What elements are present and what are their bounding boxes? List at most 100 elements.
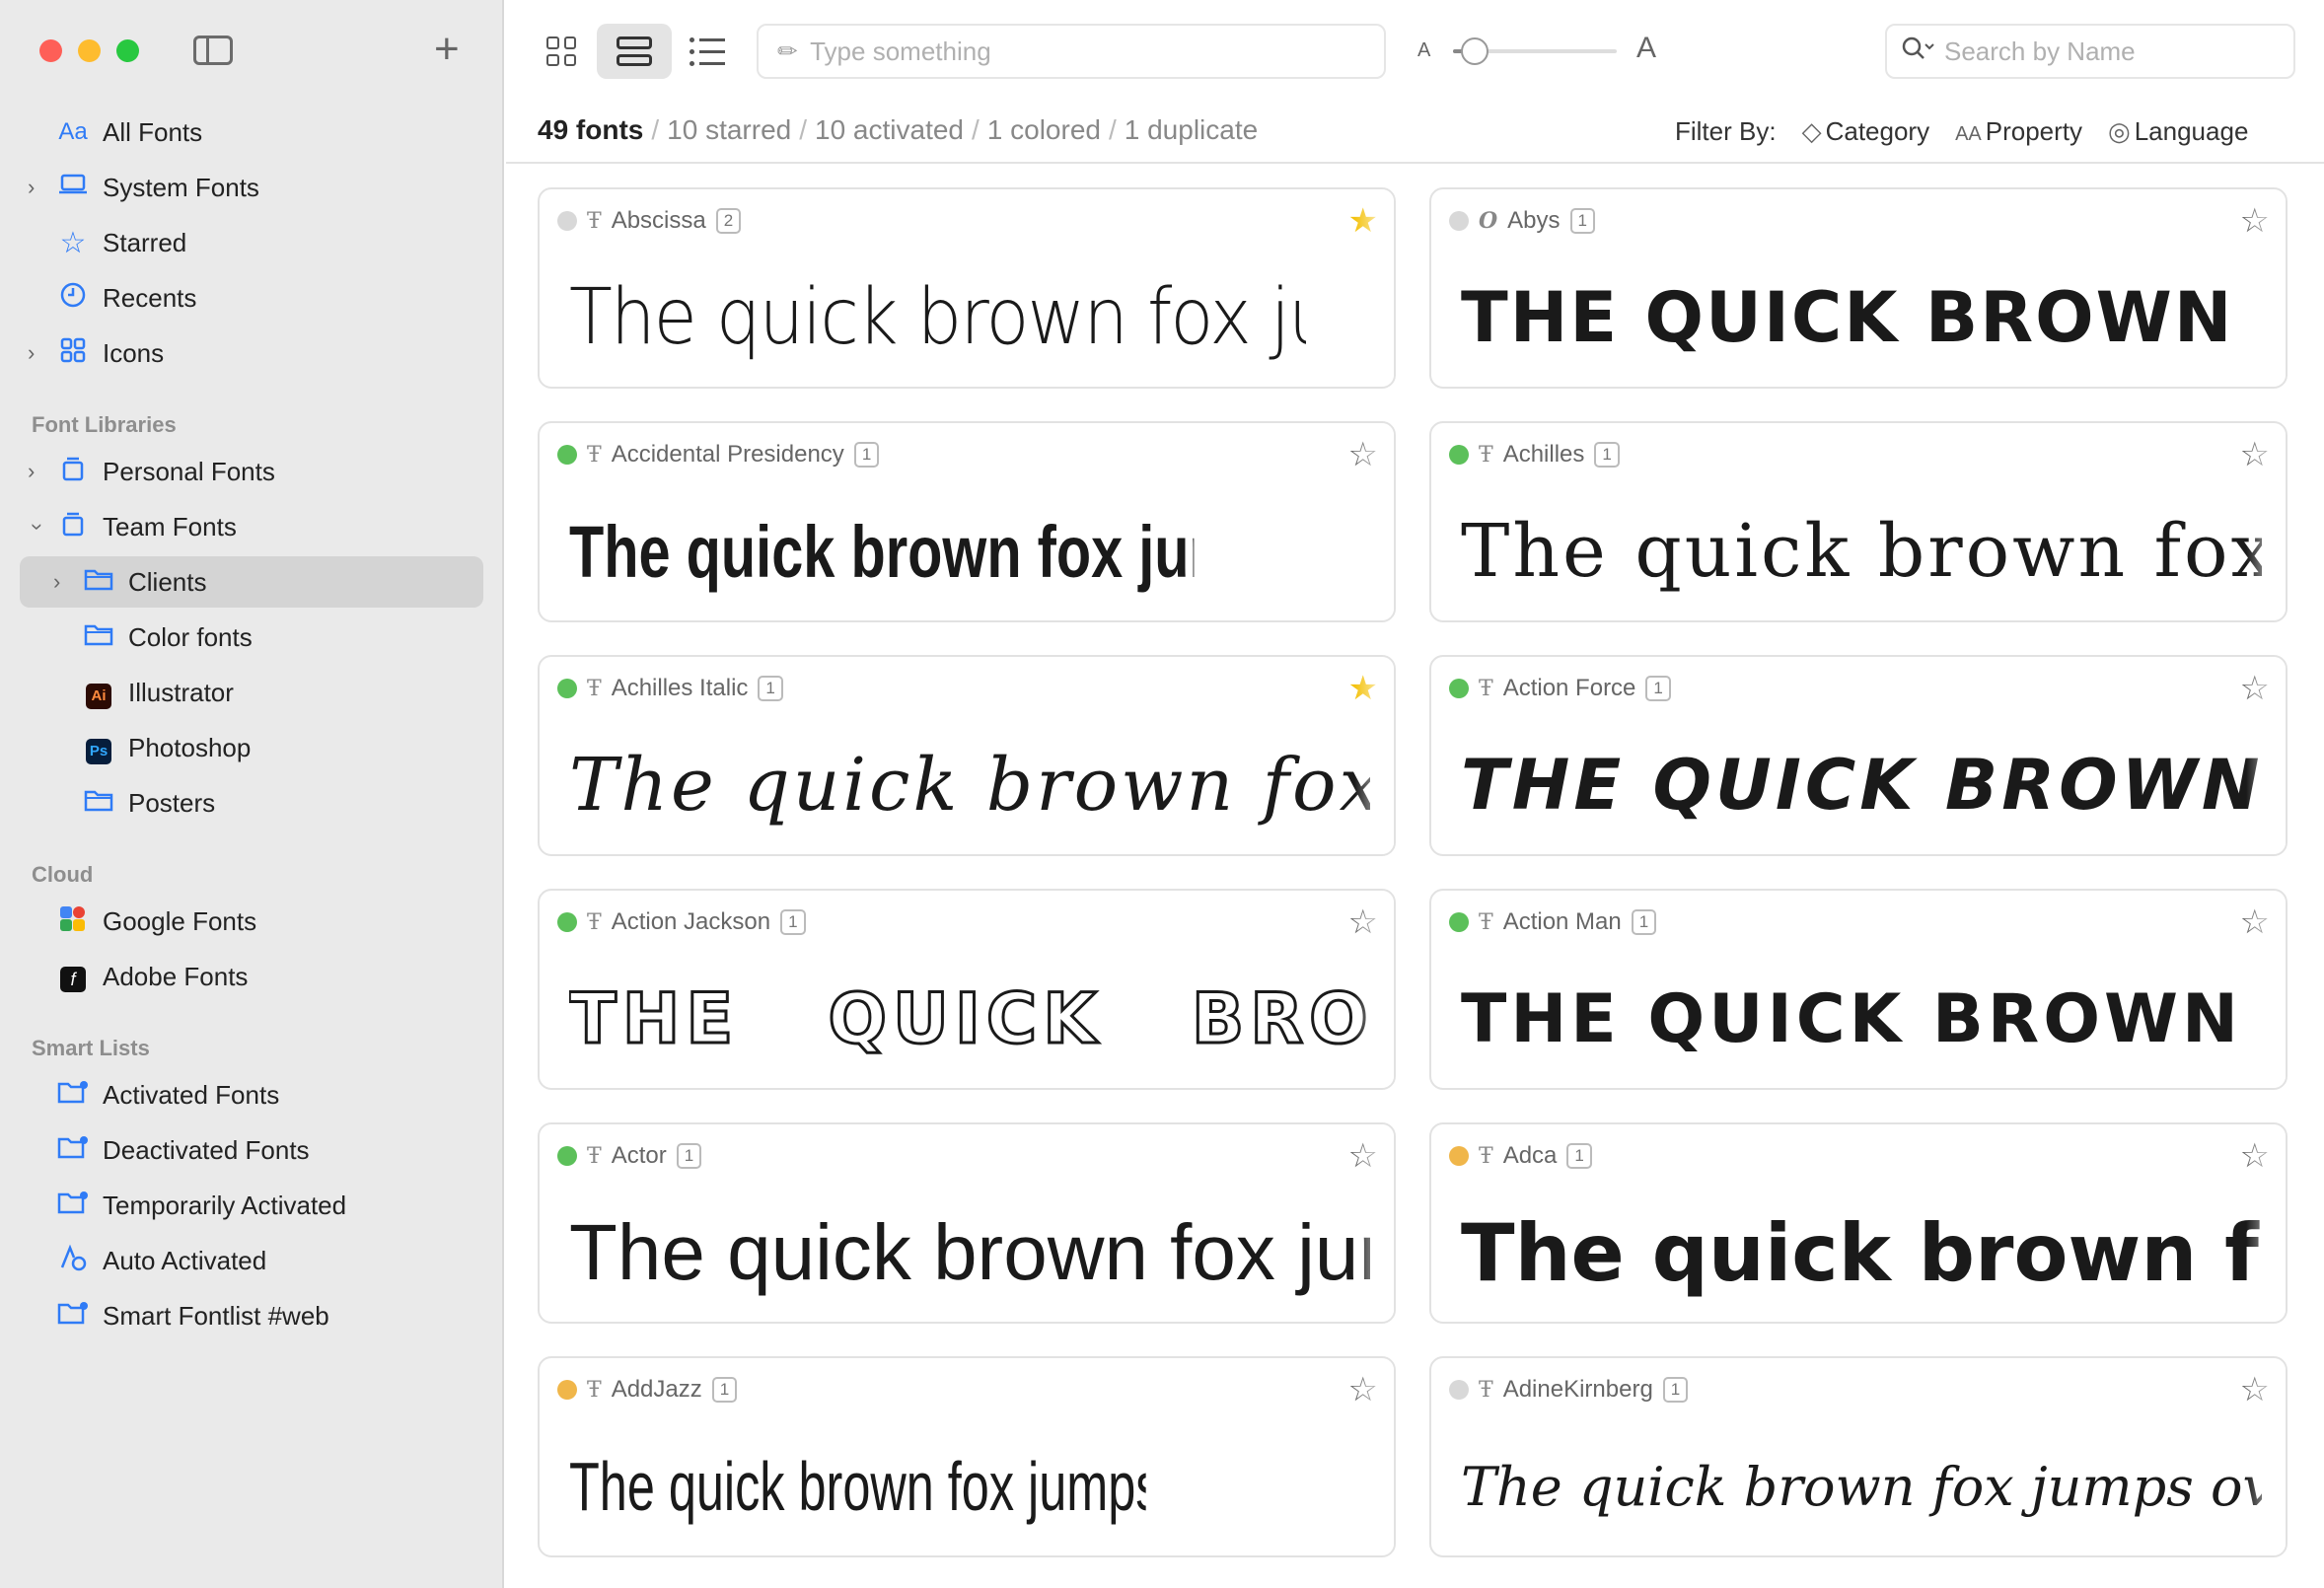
list-view-button[interactable] bbox=[670, 24, 745, 79]
font-type-icon: Ŧ bbox=[587, 442, 602, 468]
sidebar-item-system-fonts[interactable]: › System Fonts bbox=[0, 162, 504, 213]
sidebar-item-label: Adobe Fonts bbox=[103, 961, 249, 991]
sidebar-item-personal-fonts[interactable]: › Personal Fonts bbox=[0, 446, 504, 497]
font-type-icon: Ŧ bbox=[1479, 1143, 1493, 1169]
size-big-label: A bbox=[1636, 32, 1657, 64]
font-card-action-man[interactable]: ŦAction Man1 ☆ THE QUICK BROWN FOX JUMPS bbox=[1429, 889, 2288, 1090]
grid-view-button[interactable] bbox=[524, 24, 599, 79]
font-type-icon: Ŧ bbox=[1479, 676, 1493, 701]
minimize-window-button[interactable] bbox=[78, 39, 101, 62]
zoom-window-button[interactable] bbox=[116, 39, 139, 62]
font-card-action-jackson[interactable]: ŦAction Jackson1 ☆ THE QUICK BROWN FOX bbox=[538, 889, 1396, 1090]
size-slider-knob[interactable] bbox=[1460, 37, 1489, 65]
sidebar-item-auto-activated[interactable]: Auto Activated bbox=[0, 1235, 504, 1286]
style-count-badge: 1 bbox=[758, 676, 783, 701]
chevron-right-icon[interactable]: › bbox=[28, 340, 47, 366]
font-card-achilles-italic[interactable]: ŦAchilles Italic1 ★ The quick brown fox … bbox=[538, 655, 1396, 856]
sidebar-item-label: Activated Fonts bbox=[103, 1079, 280, 1110]
globe-icon: ◎ bbox=[2108, 116, 2131, 146]
sidebar-item-adobe-fonts[interactable]: f Adobe Fonts bbox=[0, 951, 504, 1002]
chevron-right-icon[interactable]: › bbox=[53, 569, 73, 595]
status-dot bbox=[1449, 912, 1469, 932]
sidebar-item-google-fonts[interactable]: Google Fonts bbox=[0, 896, 504, 947]
font-card-adca[interactable]: ŦAdca1 ☆ The quick brown fox jumps bbox=[1429, 1122, 2288, 1324]
sidebar-item-starred[interactable]: ☆ Starred bbox=[0, 217, 504, 268]
sidebar-item-label: Photoshop bbox=[128, 732, 252, 762]
font-card-abys[interactable]: OAbys1 ☆ THE QUICK BROWN FOX JUMPS bbox=[1429, 187, 2288, 389]
smart-folder-icon bbox=[55, 1135, 91, 1166]
clock-icon bbox=[55, 282, 91, 315]
status-dot bbox=[1449, 1380, 1469, 1400]
activated-count[interactable]: 10 activated bbox=[815, 114, 964, 145]
sidebar-item-label: Color fonts bbox=[128, 621, 253, 652]
size-slider[interactable] bbox=[1453, 37, 1617, 65]
tag-icon: ◇ bbox=[1801, 116, 1822, 146]
star-icon: ☆ bbox=[59, 226, 87, 259]
style-count-badge: 1 bbox=[711, 1377, 738, 1403]
filter-language-button[interactable]: ◎ Language bbox=[2108, 116, 2248, 147]
search-input[interactable]: Search by Name bbox=[1885, 24, 2295, 79]
toolbar: ✎ Type something A A Search by Name bbox=[506, 0, 2324, 104]
total-count: 49 fonts bbox=[538, 114, 644, 145]
font-sample: The quick brown fox jumps over the lazy … bbox=[569, 273, 1306, 362]
sidebar-item-label: Posters bbox=[128, 787, 216, 818]
chevron-right-icon[interactable]: › bbox=[28, 175, 47, 200]
sidebar-item-label: All Fonts bbox=[103, 116, 203, 147]
filter-controls: Filter By: ◇ Category AA Property ◎ Languag… bbox=[1675, 116, 2248, 147]
font-card-addjazz[interactable]: ŦAddJazz1 ☆ The quick brown fox jumps ov… bbox=[538, 1356, 1396, 1557]
starred-count[interactable]: 10 starred bbox=[667, 114, 791, 145]
colored-count[interactable]: 1 colored bbox=[987, 114, 1101, 145]
smart-folder-icon bbox=[55, 1301, 91, 1332]
style-count-badge: 1 bbox=[676, 1143, 702, 1169]
filter-category-button[interactable]: ◇ Category bbox=[1802, 116, 1930, 147]
sidebar-item-color-fonts[interactable]: Color fonts bbox=[0, 612, 504, 663]
sidebar-item-icons[interactable]: › Icons bbox=[0, 327, 504, 379]
sidebar-item-posters[interactable]: Posters bbox=[0, 777, 504, 829]
font-name: Action Man bbox=[1502, 908, 1622, 935]
sidebar-item-illustrator[interactable]: Ai Illustrator bbox=[0, 667, 504, 718]
font-sample: The quick brown fox jumps over the lazy … bbox=[569, 1208, 1370, 1296]
style-count-badge: 1 bbox=[1662, 1377, 1689, 1403]
folder-icon bbox=[81, 622, 116, 653]
sidebar-item-team-fonts[interactable]: › Team Fonts bbox=[0, 501, 504, 552]
font-card-accidental-presidency[interactable]: ŦAccidental Presidency1 ☆ The quick brow… bbox=[538, 421, 1396, 622]
sidebar-item-recents[interactable]: Recents bbox=[0, 272, 504, 324]
chevron-right-icon[interactable]: › bbox=[28, 459, 47, 484]
sidebar-item-temporarily-activated[interactable]: Temporarily Activated bbox=[0, 1180, 504, 1231]
filter-label: Filter By: bbox=[1675, 116, 1777, 146]
sidebar-item-all-fonts[interactable]: Aa All Fonts bbox=[0, 107, 504, 158]
chevron-down-icon[interactable]: › bbox=[25, 517, 50, 537]
font-card-adinekirnberg[interactable]: ŦAdineKirnberg1 ☆ The quick brown fox ju… bbox=[1429, 1356, 2288, 1557]
font-name: Achilles bbox=[1502, 441, 1585, 468]
close-window-button[interactable] bbox=[39, 39, 62, 62]
photoshop-icon: Ps bbox=[81, 732, 116, 764]
font-card-abscissa[interactable]: ŦAbscissa2 ★ The quick brown fox jumps o… bbox=[538, 187, 1396, 389]
sidebar-item-activated-fonts[interactable]: Activated Fonts bbox=[0, 1069, 504, 1120]
font-type-icon: O bbox=[1479, 208, 1498, 234]
google-fonts-icon bbox=[55, 905, 91, 938]
sample-text-input[interactable]: ✎ Type something bbox=[757, 24, 1386, 79]
font-card-achilles[interactable]: ŦAchilles1 ☆ The quick brown fox jumps bbox=[1429, 421, 2288, 622]
font-sample: The quick brown fox jumps over the lazy … bbox=[1461, 1455, 2262, 1518]
filter-property-button[interactable]: AA Property bbox=[1955, 116, 2082, 147]
sidebar-item-smart-fontlist-web[interactable]: Smart Fontlist #web bbox=[0, 1290, 504, 1341]
sidebar-item-photoshop[interactable]: Ps Photoshop bbox=[0, 722, 504, 773]
status-dot bbox=[1449, 445, 1469, 465]
aa-icon: Aa bbox=[58, 118, 88, 145]
sidebar-toggle-icon[interactable] bbox=[193, 36, 233, 65]
library-icon bbox=[55, 511, 91, 543]
sidebar-item-clients[interactable]: › Clients bbox=[20, 556, 483, 608]
section-title-smart-lists: Smart Lists bbox=[32, 1036, 150, 1060]
font-card-actor[interactable]: ŦActor1 ☆ The quick brown fox jumps over… bbox=[538, 1122, 1396, 1324]
add-button[interactable]: + bbox=[434, 28, 460, 71]
style-count-badge: 1 bbox=[1594, 442, 1620, 468]
style-count-badge: 1 bbox=[780, 909, 806, 935]
status-dot bbox=[557, 445, 577, 465]
font-card-action-force[interactable]: ŦAction Force1 ☆ THE QUICK BROWN FOX JUM… bbox=[1429, 655, 2288, 856]
font-type-icon: Ŧ bbox=[587, 1143, 602, 1169]
duplicate-count[interactable]: 1 duplicate bbox=[1125, 114, 1258, 145]
sidebar-item-deactivated-fonts[interactable]: Deactivated Fonts bbox=[0, 1124, 504, 1176]
font-sample: The quick brown fox jumps over the lazy … bbox=[569, 1448, 1146, 1525]
card-view-button[interactable] bbox=[597, 24, 672, 79]
list-view-icon bbox=[690, 37, 725, 66]
